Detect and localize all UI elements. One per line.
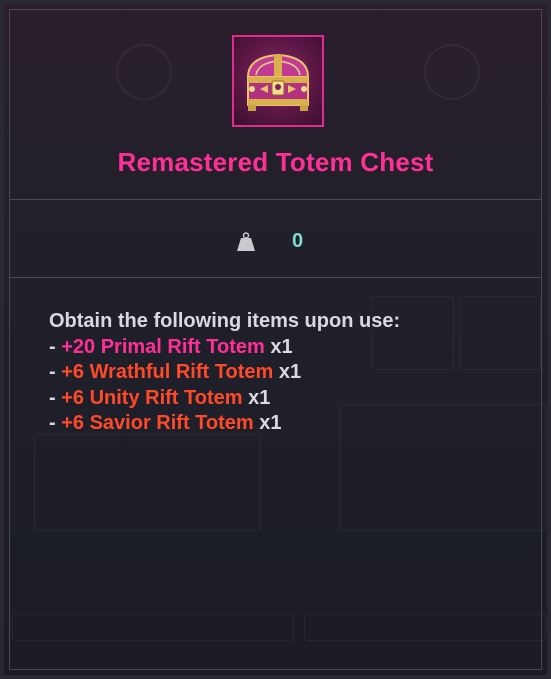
reward-bullet: -	[49, 412, 62, 434]
background-ghost-icon	[116, 44, 172, 100]
tooltip-frame: Remastered Totem Chest 0 Obtain the foll…	[0, 0, 551, 679]
reward-bullet: -	[49, 335, 62, 358]
reward-entry: - +6 Savior Rift Totem x1	[49, 411, 400, 437]
weight-value: 0	[292, 230, 304, 252]
background-ghost-bar	[12, 614, 294, 641]
reward-entry: - +6 Unity Rift Totem x1	[49, 386, 400, 412]
background-ghost-slot	[459, 296, 541, 370]
reward-name: +6 Savior Rift Totem	[61, 412, 254, 434]
description-intro: Obtain the following items upon use:	[49, 310, 401, 332]
divider-bottom	[9, 277, 542, 278]
reward-quantity: x1	[242, 386, 271, 409]
reward-name: +6 Wrathful Rift Totem	[61, 361, 274, 383]
weight-row: 0	[4, 222, 547, 262]
reward-entry: - +6 Wrathful Rift Totem x1	[49, 360, 400, 386]
item-description: Obtain the following items upon use: - +…	[49, 309, 400, 437]
reward-bullet: -	[49, 361, 62, 383]
weight-icon	[236, 232, 256, 252]
reward-entry: - +20 Primal Rift Totem x1	[49, 335, 400, 361]
reward-name: +20 Primal Rift Totem	[61, 335, 265, 358]
reward-name: +6 Unity Rift Totem	[61, 386, 243, 409]
item-name: Remastered Totem Chest	[117, 147, 434, 177]
background-ghost-panel	[34, 434, 261, 531]
background-ghost-bar	[304, 614, 546, 641]
background-ghost-icon	[424, 44, 480, 100]
divider-top	[9, 199, 542, 200]
reward-quantity: x1	[273, 361, 302, 383]
reward-quantity: x1	[253, 412, 282, 434]
reward-bullet: -	[49, 386, 62, 409]
reward-quantity: x1	[264, 335, 293, 358]
treasure-chest-icon	[232, 35, 324, 127]
